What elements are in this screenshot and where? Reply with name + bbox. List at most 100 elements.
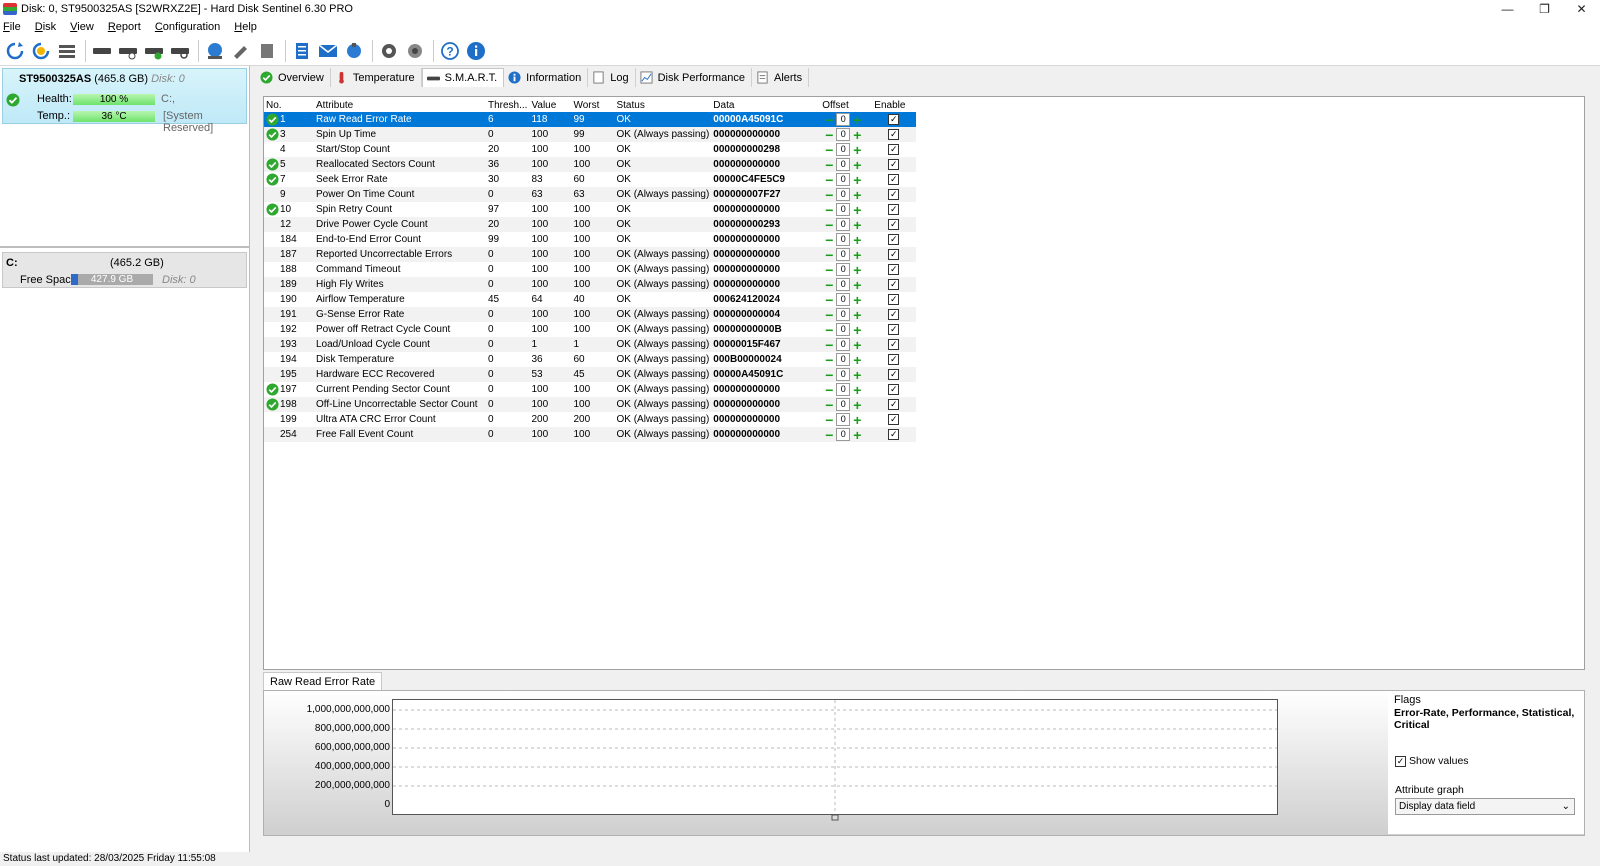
- smart-row[interactable]: 4 Start/Stop Count 20 100 100 OK 000000000298 −…: [264, 142, 916, 157]
- smart-row[interactable]: 7 Seek Error Rate 30 83 60 OK 00000C4FE5C9 −0 + ✓: [264, 172, 916, 187]
- offset-increase-button[interactable]: +: [850, 368, 864, 382]
- menu-help[interactable]: Help: [234, 21, 257, 33]
- offset-decrease-button[interactable]: −: [822, 323, 836, 337]
- offset-value[interactable]: 0: [836, 263, 851, 276]
- menu-configuration[interactable]: Configuration: [155, 21, 220, 33]
- disk-list-button[interactable]: [55, 39, 79, 63]
- offset-decrease-button[interactable]: −: [822, 263, 836, 277]
- tab-log[interactable]: Log: [588, 68, 636, 87]
- col-no[interactable]: No.: [264, 98, 314, 112]
- offset-value[interactable]: 0: [836, 218, 851, 231]
- offset-decrease-button[interactable]: −: [822, 143, 836, 157]
- offset-decrease-button[interactable]: −: [822, 413, 836, 427]
- offset-decrease-button[interactable]: −: [822, 203, 836, 217]
- report-button[interactable]: [290, 39, 314, 63]
- tab-smart[interactable]: S.M.A.R.T.: [421, 68, 505, 87]
- offset-value[interactable]: 0: [836, 233, 851, 246]
- smart-row[interactable]: 190 Airflow Temperature 45 64 40 OK 0006241200…: [264, 292, 916, 307]
- offset-decrease-button[interactable]: −: [822, 368, 836, 382]
- email-button[interactable]: [316, 39, 340, 63]
- smart-row[interactable]: 197 Current Pending Sector Count 0 100 100 OK…: [264, 382, 916, 397]
- offset-increase-button[interactable]: +: [850, 143, 864, 157]
- alerts-config-button[interactable]: [403, 39, 427, 63]
- settings-button[interactable]: [377, 39, 401, 63]
- disk-test-button[interactable]: [116, 39, 140, 63]
- enable-checkbox[interactable]: ✓: [888, 384, 900, 395]
- enable-checkbox[interactable]: ✓: [888, 354, 900, 365]
- offset-increase-button[interactable]: +: [850, 263, 864, 277]
- col-value[interactable]: Value: [529, 98, 571, 112]
- enable-checkbox[interactable]: ✓: [888, 189, 900, 200]
- menu-disk[interactable]: Disk: [35, 21, 56, 33]
- graph-scroll-marker-icon[interactable]: [831, 814, 839, 822]
- col-worst[interactable]: Worst: [571, 98, 614, 112]
- offset-decrease-button[interactable]: −: [822, 383, 836, 397]
- disk-surface-button[interactable]: [90, 39, 114, 63]
- offset-increase-button[interactable]: +: [850, 233, 864, 247]
- offset-value[interactable]: 0: [836, 323, 851, 336]
- backup-button[interactable]: [255, 39, 279, 63]
- refresh-all-button[interactable]: [29, 39, 53, 63]
- col-data[interactable]: Data: [711, 98, 820, 112]
- offset-decrease-button[interactable]: −: [822, 353, 836, 367]
- offset-increase-button[interactable]: +: [850, 203, 864, 217]
- offset-value[interactable]: 0: [836, 113, 851, 126]
- tools-button[interactable]: [229, 39, 253, 63]
- minimize-button[interactable]: —: [1489, 0, 1526, 18]
- offset-value[interactable]: 0: [836, 383, 851, 396]
- enable-checkbox[interactable]: ✓: [888, 174, 900, 185]
- offset-increase-button[interactable]: +: [850, 173, 864, 187]
- tab-overview[interactable]: Overview: [256, 68, 331, 87]
- menu-file[interactable]: File: [3, 21, 21, 33]
- enable-checkbox[interactable]: ✓: [888, 219, 900, 230]
- tab-information[interactable]: Information: [504, 68, 589, 87]
- offset-decrease-button[interactable]: −: [822, 173, 836, 187]
- offset-decrease-button[interactable]: −: [822, 308, 836, 322]
- enable-checkbox[interactable]: ✓: [888, 204, 900, 215]
- web-button[interactable]: [203, 39, 227, 63]
- show-values-option[interactable]: ✓ Show values: [1395, 755, 1469, 767]
- offset-increase-button[interactable]: +: [850, 323, 864, 337]
- offset-value[interactable]: 0: [836, 293, 851, 306]
- smart-row[interactable]: 3 Spin Up Time 0 100 99 OK (Always passing) 00…: [264, 127, 917, 142]
- restore-button[interactable]: ❐: [1526, 0, 1563, 18]
- offset-decrease-button[interactable]: −: [822, 218, 836, 232]
- smart-row[interactable]: 199 Ultra ATA CRC Error Count 0 200 200 OK (A…: [264, 412, 916, 427]
- smart-row[interactable]: 184 End-to-End Error Count 99 100 100 OK 00000…: [264, 232, 916, 247]
- offset-value[interactable]: 0: [836, 158, 851, 171]
- offset-decrease-button[interactable]: −: [822, 293, 836, 307]
- enable-checkbox[interactable]: ✓: [888, 159, 900, 170]
- enable-checkbox[interactable]: ✓: [888, 279, 900, 290]
- offset-value[interactable]: 0: [836, 308, 851, 321]
- enable-checkbox[interactable]: ✓: [888, 369, 900, 380]
- offset-value[interactable]: 0: [836, 128, 851, 141]
- enable-checkbox[interactable]: ✓: [888, 309, 900, 320]
- offset-value[interactable]: 0: [836, 398, 851, 411]
- disk-ok-button[interactable]: [142, 39, 166, 63]
- enable-checkbox[interactable]: ✓: [888, 264, 900, 275]
- offset-decrease-button[interactable]: −: [822, 428, 836, 442]
- offset-decrease-button[interactable]: −: [822, 338, 836, 352]
- enable-checkbox[interactable]: ✓: [888, 339, 900, 350]
- tab-temperature[interactable]: Temperature: [331, 68, 422, 87]
- smart-row[interactable]: 193 Load/Unload Cycle Count 0 1 1 OK (Always …: [264, 337, 917, 352]
- refresh-button[interactable]: [3, 39, 27, 63]
- smart-row[interactable]: 198 Off-Line Uncorrectable Sector Count 0 1…: [264, 397, 917, 412]
- menu-view[interactable]: View: [70, 21, 94, 33]
- smart-row[interactable]: 195 Hardware ECC Recovered 0 53 45 OK (Always…: [264, 367, 917, 382]
- col-attribute[interactable]: Attribute: [314, 98, 486, 112]
- offset-decrease-button[interactable]: −: [822, 188, 836, 202]
- attribute-graph-select[interactable]: Display data field ⌄: [1395, 798, 1575, 815]
- offset-increase-button[interactable]: +: [850, 128, 864, 142]
- smart-row[interactable]: 254 Free Fall Event Count 0 100 100 OK (Alway…: [264, 427, 917, 442]
- offset-increase-button[interactable]: +: [850, 338, 864, 352]
- offset-value[interactable]: 0: [836, 203, 851, 216]
- enable-checkbox[interactable]: ✓: [888, 324, 900, 335]
- smart-row[interactable]: 12 Drive Power Cycle Count 20 100 100 OK 00000…: [264, 217, 917, 232]
- smart-row[interactable]: 9 Power On Time Count 0 63 63 OK (Always pass…: [264, 187, 917, 202]
- menu-report[interactable]: Report: [108, 21, 141, 33]
- offset-decrease-button[interactable]: −: [822, 248, 836, 262]
- offset-decrease-button[interactable]: −: [822, 278, 836, 292]
- disk-search-button[interactable]: [168, 39, 192, 63]
- tab-alerts[interactable]: Alerts: [752, 68, 810, 87]
